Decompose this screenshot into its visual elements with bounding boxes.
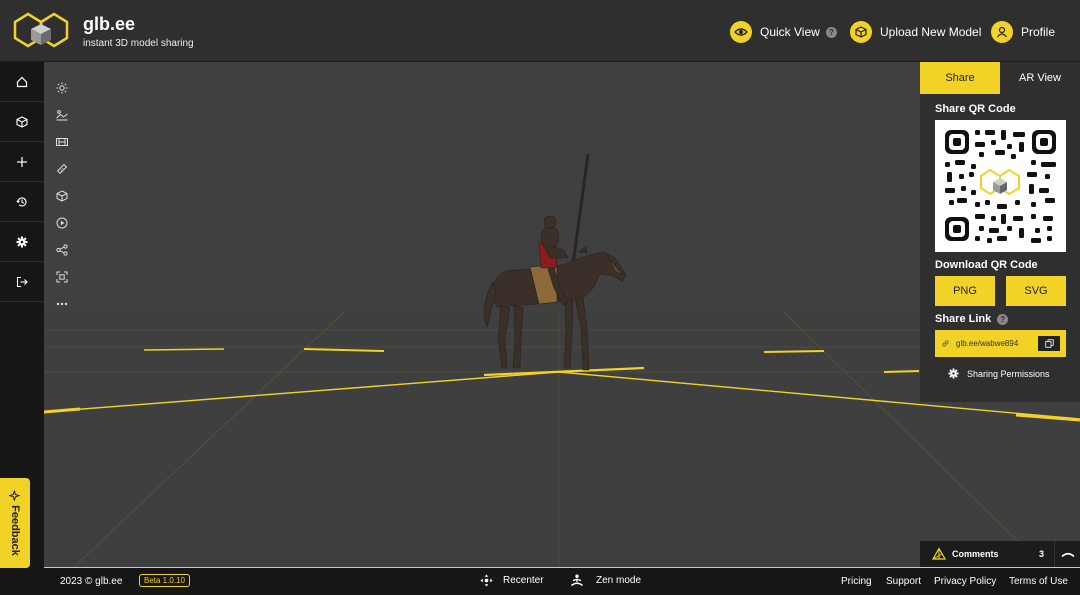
pricing-link[interactable]: Pricing [841, 576, 872, 587]
upload-model-button[interactable]: Upload New Model [850, 21, 981, 43]
help-icon[interactable]: ? [825, 26, 837, 38]
share-nodes-icon [56, 243, 68, 256]
environment-icon [56, 109, 68, 120]
share-panel: Share AR View Share QR Code Download QR … [920, 62, 1080, 402]
quick-view-button[interactable]: Quick View ? [730, 21, 837, 43]
sharing-permissions-button[interactable]: Sharing Permissions [948, 368, 1050, 379]
tool-animation[interactable] [52, 209, 72, 236]
copy-link-button[interactable] [1038, 336, 1060, 351]
tool-model[interactable] [52, 182, 72, 209]
recenter-button[interactable]: Recenter [480, 574, 544, 587]
nav-settings[interactable] [0, 222, 44, 262]
copy-icon [1044, 339, 1054, 348]
nav-home[interactable] [0, 62, 44, 102]
recenter-icon [480, 574, 493, 587]
support-link[interactable]: Support [886, 576, 921, 587]
tool-more[interactable] [52, 290, 72, 317]
tool-film[interactable] [52, 128, 72, 155]
brand-name: glb.ee [83, 14, 136, 34]
comments-bar[interactable]: Comments 3 [920, 541, 1080, 567]
plus-icon [17, 156, 27, 167]
comments-expand-button[interactable] [1054, 541, 1080, 567]
model-icon [56, 189, 68, 202]
footer-copyright: 2023 © glb.ee [60, 576, 123, 587]
user-icon [991, 21, 1013, 43]
tool-environment[interactable] [52, 101, 72, 128]
link-icon [942, 340, 949, 347]
logout-icon [16, 276, 28, 287]
zen-mode-button[interactable]: Zen mode [570, 574, 641, 587]
share-link-field[interactable]: glb.ee/wabwe894 [935, 330, 1066, 357]
upload-model-label: Upload New Model [880, 25, 982, 39]
help-icon[interactable]: ? [997, 313, 1009, 325]
recenter-label: Recenter [503, 575, 544, 586]
quick-view-label: Quick View [760, 25, 820, 39]
eye-icon [730, 21, 752, 43]
profile-label: Profile [1021, 25, 1056, 39]
nav-models[interactable] [0, 102, 44, 142]
settings-icon [16, 236, 28, 247]
chevron-up-icon [1060, 552, 1075, 558]
history-icon [16, 196, 27, 206]
tool-lighting[interactable] [52, 74, 72, 101]
cube-icon [850, 21, 872, 43]
sharing-permissions-label: Sharing Permissions [967, 368, 1050, 379]
panel-tabs: Share AR View [920, 62, 1080, 94]
share-link-title: Share Link [935, 313, 992, 325]
privacy-policy-link[interactable]: Privacy Policy [934, 576, 996, 587]
home-icon [16, 76, 28, 87]
tool-frame[interactable] [52, 263, 72, 290]
more-icon [56, 302, 68, 305]
film-icon [56, 137, 68, 146]
feedback-label: Feedback [9, 505, 21, 556]
download-png-button[interactable]: PNG [935, 276, 995, 306]
left-sidebar: Feedback [0, 62, 44, 595]
nav-history[interactable] [0, 182, 44, 222]
footer: 2023 © glb.ee Beta 1.0.10 Recenter Zen m… [44, 567, 1080, 595]
share-link-title-row: Share Link ? [935, 313, 1009, 325]
sparkle-icon [9, 490, 21, 502]
share-qr-title: Share QR Code [935, 103, 1016, 115]
viewport-toolbar [52, 74, 72, 317]
brand-tagline: instant 3D model sharing [83, 38, 194, 49]
app-root: glb.ee instant 3D model sharing Quick Vi… [0, 0, 1080, 595]
tool-measure[interactable] [52, 155, 72, 182]
tab-share[interactable]: Share [920, 62, 1000, 94]
tool-share[interactable] [52, 236, 72, 263]
meditation-icon [571, 574, 583, 587]
frame-icon [56, 271, 68, 282]
download-svg-button[interactable]: SVG [1006, 276, 1066, 306]
ruler-icon [56, 163, 68, 174]
comments-label: Comments [952, 549, 999, 559]
feedback-button[interactable]: Feedback [0, 478, 30, 568]
qr-code [935, 120, 1066, 252]
cube-icon [16, 115, 28, 128]
share-link-value: glb.ee/wabwe894 [956, 339, 1019, 348]
zen-mode-label: Zen mode [596, 575, 642, 586]
light-icon [56, 82, 68, 93]
comments-count: 3 [1039, 549, 1045, 559]
version-badge: Beta 1.0.10 [139, 574, 190, 587]
glb-logo[interactable] [12, 10, 70, 50]
terms-of-use-link[interactable]: Terms of Use [1009, 576, 1068, 587]
nav-logout[interactable] [0, 262, 44, 302]
profile-button[interactable]: Profile [991, 21, 1055, 43]
top-header: glb.ee instant 3D model sharing Quick Vi… [0, 0, 1080, 62]
play-icon [56, 217, 68, 228]
download-qr-title: Download QR Code [935, 259, 1038, 271]
nav-add[interactable] [0, 142, 44, 182]
gear-icon [948, 368, 959, 379]
tab-ar-view[interactable]: AR View [1000, 62, 1080, 94]
comments-icon [932, 547, 946, 560]
